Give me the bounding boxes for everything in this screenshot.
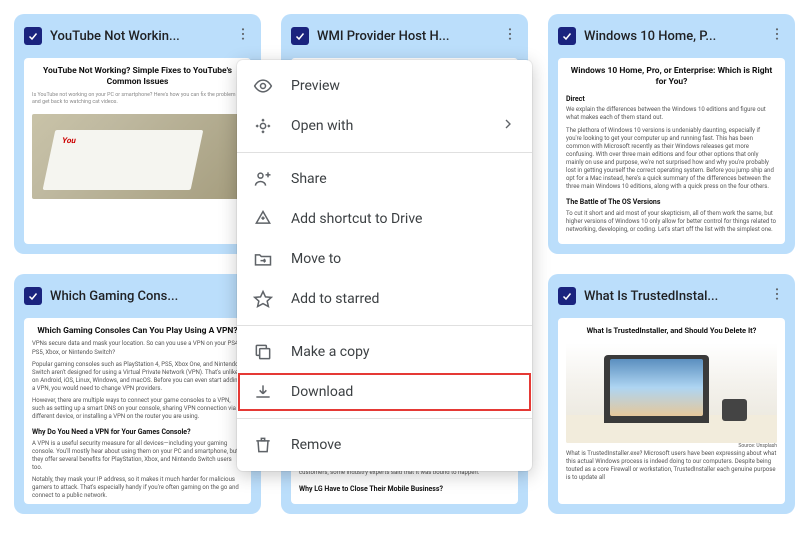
menu-separator — [237, 152, 532, 153]
file-thumbnail[interactable]: YouTube Not Working? Simple Fixes to You… — [24, 58, 251, 244]
file-thumbnail[interactable]: Which Gaming Consoles Can You Play Using… — [24, 318, 251, 504]
download-icon — [253, 382, 273, 402]
menu-label: Open with — [291, 118, 482, 134]
hero-image: You — [32, 114, 243, 199]
menu-item-share[interactable]: Share — [237, 159, 532, 199]
context-menu: Preview Open with Share Add shortcut to … — [237, 60, 532, 471]
file-card[interactable]: YouTube Not Workin... YouTube Not Workin… — [14, 14, 261, 254]
trash-icon — [253, 435, 273, 455]
menu-item-preview[interactable]: Preview — [237, 66, 532, 106]
menu-item-open-with[interactable]: Open with — [237, 106, 532, 146]
doc-title: What Is TrustedInstaller, and Should You… — [566, 326, 777, 336]
file-card[interactable]: What Is TrustedInstal... What Is Trusted… — [548, 274, 795, 514]
preview-icon — [253, 76, 273, 96]
menu-label: Remove — [291, 437, 516, 453]
checkbox[interactable] — [558, 27, 576, 45]
file-title: Windows 10 Home, P... — [584, 29, 759, 44]
menu-label: Download — [291, 384, 516, 400]
menu-item-remove[interactable]: Remove — [237, 425, 532, 465]
more-options-icon[interactable] — [500, 24, 520, 48]
file-thumbnail[interactable]: Windows 10 Home, Pro, or Enterprise: Whi… — [558, 58, 785, 244]
card-header: Windows 10 Home, P... — [548, 14, 795, 58]
open-with-icon — [253, 116, 273, 136]
card-header: Which Gaming Cons... — [14, 274, 261, 318]
file-title: Which Gaming Cons... — [50, 289, 225, 304]
checkbox[interactable] — [24, 27, 42, 45]
menu-separator — [237, 325, 532, 326]
menu-label: Move to — [291, 251, 516, 267]
checkbox[interactable] — [558, 287, 576, 305]
doc-title: Which Gaming Consoles Can You Play Using… — [32, 326, 243, 337]
drive-shortcut-icon — [253, 209, 273, 229]
doc-title: YouTube Not Working? Simple Fixes to You… — [32, 66, 243, 89]
menu-item-add-shortcut[interactable]: Add shortcut to Drive — [237, 199, 532, 239]
star-icon — [253, 289, 273, 309]
file-card[interactable]: Windows 10 Home, P... Windows 10 Home, P… — [548, 14, 795, 254]
hero-image — [566, 343, 777, 443]
file-thumbnail[interactable]: What Is TrustedInstaller, and Should You… — [558, 318, 785, 504]
chevron-right-icon — [500, 116, 516, 136]
share-icon — [253, 169, 273, 189]
card-header: WMI Provider Host H... — [281, 14, 528, 58]
checkbox[interactable] — [24, 287, 42, 305]
more-options-icon[interactable] — [767, 24, 787, 48]
menu-item-make-copy[interactable]: Make a copy — [237, 332, 532, 372]
doc-title: Windows 10 Home, Pro, or Enterprise: Whi… — [566, 66, 777, 89]
menu-item-download[interactable]: Download — [237, 372, 532, 412]
move-to-icon — [253, 249, 273, 269]
more-options-icon[interactable] — [767, 284, 787, 308]
file-title: YouTube Not Workin... — [50, 29, 225, 44]
menu-label: Add to starred — [291, 291, 516, 307]
more-options-icon[interactable] — [233, 24, 253, 48]
menu-item-add-starred[interactable]: Add to starred — [237, 279, 532, 319]
card-header: What Is TrustedInstal... — [548, 274, 795, 318]
file-title: WMI Provider Host H... — [317, 29, 492, 44]
copy-icon — [253, 342, 273, 362]
menu-item-move-to[interactable]: Move to — [237, 239, 532, 279]
file-card[interactable]: Which Gaming Cons... Which Gaming Consol… — [14, 274, 261, 514]
menu-label: Preview — [291, 78, 516, 94]
menu-label: Make a copy — [291, 344, 516, 360]
menu-label: Add shortcut to Drive — [291, 211, 516, 227]
menu-label: Share — [291, 171, 516, 187]
checkbox[interactable] — [291, 27, 309, 45]
file-title: What Is TrustedInstal... — [584, 289, 759, 304]
menu-separator — [237, 418, 532, 419]
card-header: YouTube Not Workin... — [14, 14, 261, 58]
